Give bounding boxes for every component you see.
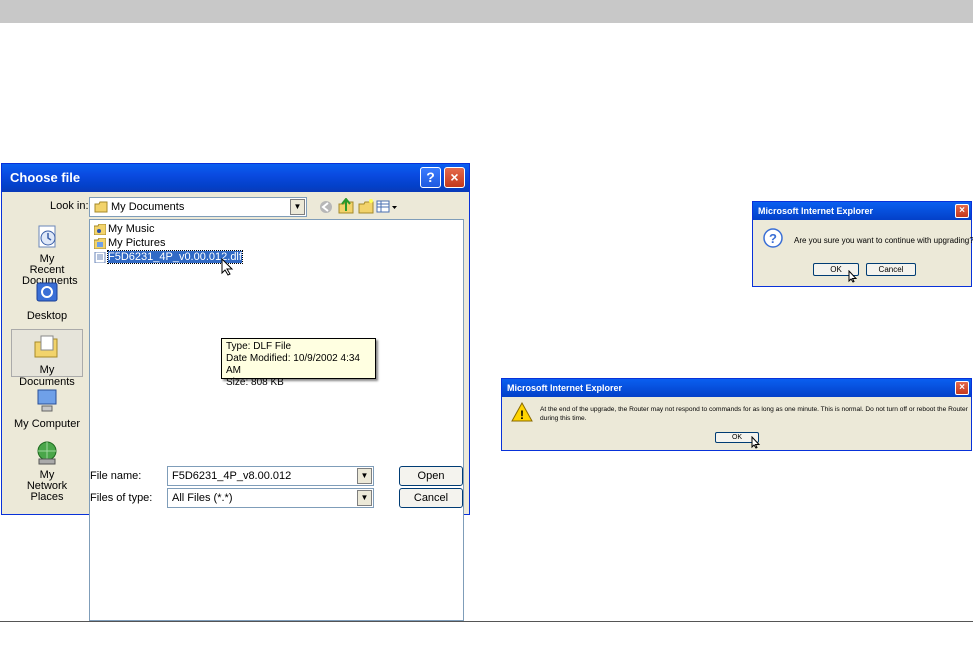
mouse-cursor-icon — [848, 270, 858, 283]
look-in-label: Look in: — [50, 200, 89, 212]
chevron-down-icon[interactable]: ▼ — [357, 490, 372, 506]
back-icon[interactable] — [319, 200, 333, 214]
music-folder-icon — [94, 223, 106, 235]
open-button[interactable]: Open — [399, 466, 463, 486]
tooltip-modified: Date Modified: 10/9/2002 4:34 AM — [226, 353, 360, 376]
new-folder-icon[interactable] — [358, 198, 374, 214]
pictures-folder-icon — [94, 237, 106, 249]
svg-text:?: ? — [769, 231, 777, 246]
upgrade-warning-dialog: Microsoft Internet Explorer × ! At the e… — [501, 378, 972, 451]
cancel-button[interactable]: Cancel — [866, 263, 916, 276]
dialog-title: Microsoft Internet Explorer — [507, 383, 623, 393]
place-my-network-places[interactable]: My Network Places — [11, 439, 83, 503]
place-label: My Network Places — [26, 469, 68, 503]
dialog-titlebar[interactable]: Choose file ? × — [2, 164, 469, 192]
file-tooltip: Type: DLF File Date Modified: 10/9/2002 … — [221, 338, 376, 388]
file-name: My Pictures — [108, 237, 166, 249]
close-icon[interactable]: × — [955, 204, 969, 218]
footer-rule — [0, 621, 973, 622]
my-computer-icon — [37, 389, 57, 412]
place-label: Desktop — [26, 310, 68, 322]
places-bar: My Recent Documents Desktop My Documents… — [11, 219, 83, 649]
dialog-titlebar[interactable]: Microsoft Internet Explorer × — [753, 202, 971, 220]
question-icon: ? — [763, 228, 783, 248]
close-button[interactable]: × — [444, 167, 465, 188]
list-item-selected[interactable]: F5D6231_4P_v0.00.012.dlf — [94, 250, 243, 267]
place-label: My Documents — [19, 364, 75, 388]
place-desktop[interactable]: Desktop — [11, 279, 83, 322]
place-label: My Computer — [13, 418, 81, 430]
warning-icon: ! — [511, 402, 533, 422]
confirm-upgrade-dialog: Microsoft Internet Explorer × ? Are you … — [752, 201, 973, 287]
look-in-dropdown[interactable]: My Documents ▼ — [89, 197, 307, 217]
recent-documents-icon — [38, 225, 56, 248]
network-places-icon — [37, 441, 57, 465]
warning-message-line2: during this time. — [540, 415, 587, 422]
file-name: My Music — [108, 223, 155, 235]
up-folder-icon[interactable] — [338, 198, 354, 214]
desktop-icon — [36, 282, 58, 302]
dialog-titlebar[interactable]: Microsoft Internet Explorer × — [502, 379, 971, 397]
place-my-computer[interactable]: My Computer — [11, 387, 83, 430]
page-header-bar — [0, 0, 973, 23]
confirm-message: Are you sure you want to continue with u… — [794, 236, 973, 245]
chevron-down-icon[interactable]: ▼ — [290, 199, 305, 215]
my-documents-icon — [34, 335, 58, 358]
view-menu-icon[interactable] — [376, 200, 398, 214]
file-name-label: File name: — [90, 470, 142, 482]
file-name-value: F5D6231_4P_v8.00.012 — [172, 470, 292, 482]
tooltip-type: Type: DLF File — [226, 341, 292, 352]
chevron-down-icon[interactable]: ▼ — [357, 468, 372, 484]
file-name-input[interactable]: F5D6231_4P_v8.00.012 ▼ — [167, 466, 374, 486]
files-of-type-value: All Files (*.*) — [172, 492, 233, 504]
dialog-title: Microsoft Internet Explorer — [758, 206, 874, 216]
help-button[interactable]: ? — [420, 167, 441, 188]
choose-file-dialog: Choose file ? × Look in: My Documents ▼ … — [1, 163, 470, 621]
files-of-type-dropdown[interactable]: All Files (*.*) ▼ — [167, 488, 374, 508]
look-in-value: My Documents — [111, 201, 185, 213]
warning-message-line1: At the end of the upgrade, the Router ma… — [540, 406, 968, 413]
tooltip-size: Size: 808 KB — [226, 377, 284, 388]
file-icon — [94, 251, 106, 263]
mouse-cursor-icon — [751, 436, 761, 449]
place-my-recent-documents[interactable]: My Recent Documents — [11, 223, 83, 287]
files-of-type-label: Files of type: — [90, 492, 153, 504]
dialog-title: Choose file — [10, 170, 81, 185]
file-list[interactable]: My Music My Pictures F5D6231_4P_v0.00.01… — [89, 219, 464, 621]
mouse-cursor-icon — [221, 258, 234, 276]
place-my-documents[interactable]: My Documents — [11, 329, 83, 388]
folder-icon — [94, 201, 108, 213]
svg-text:!: ! — [520, 408, 524, 422]
close-icon[interactable]: × — [955, 381, 969, 395]
cancel-button[interactable]: Cancel — [399, 488, 463, 508]
